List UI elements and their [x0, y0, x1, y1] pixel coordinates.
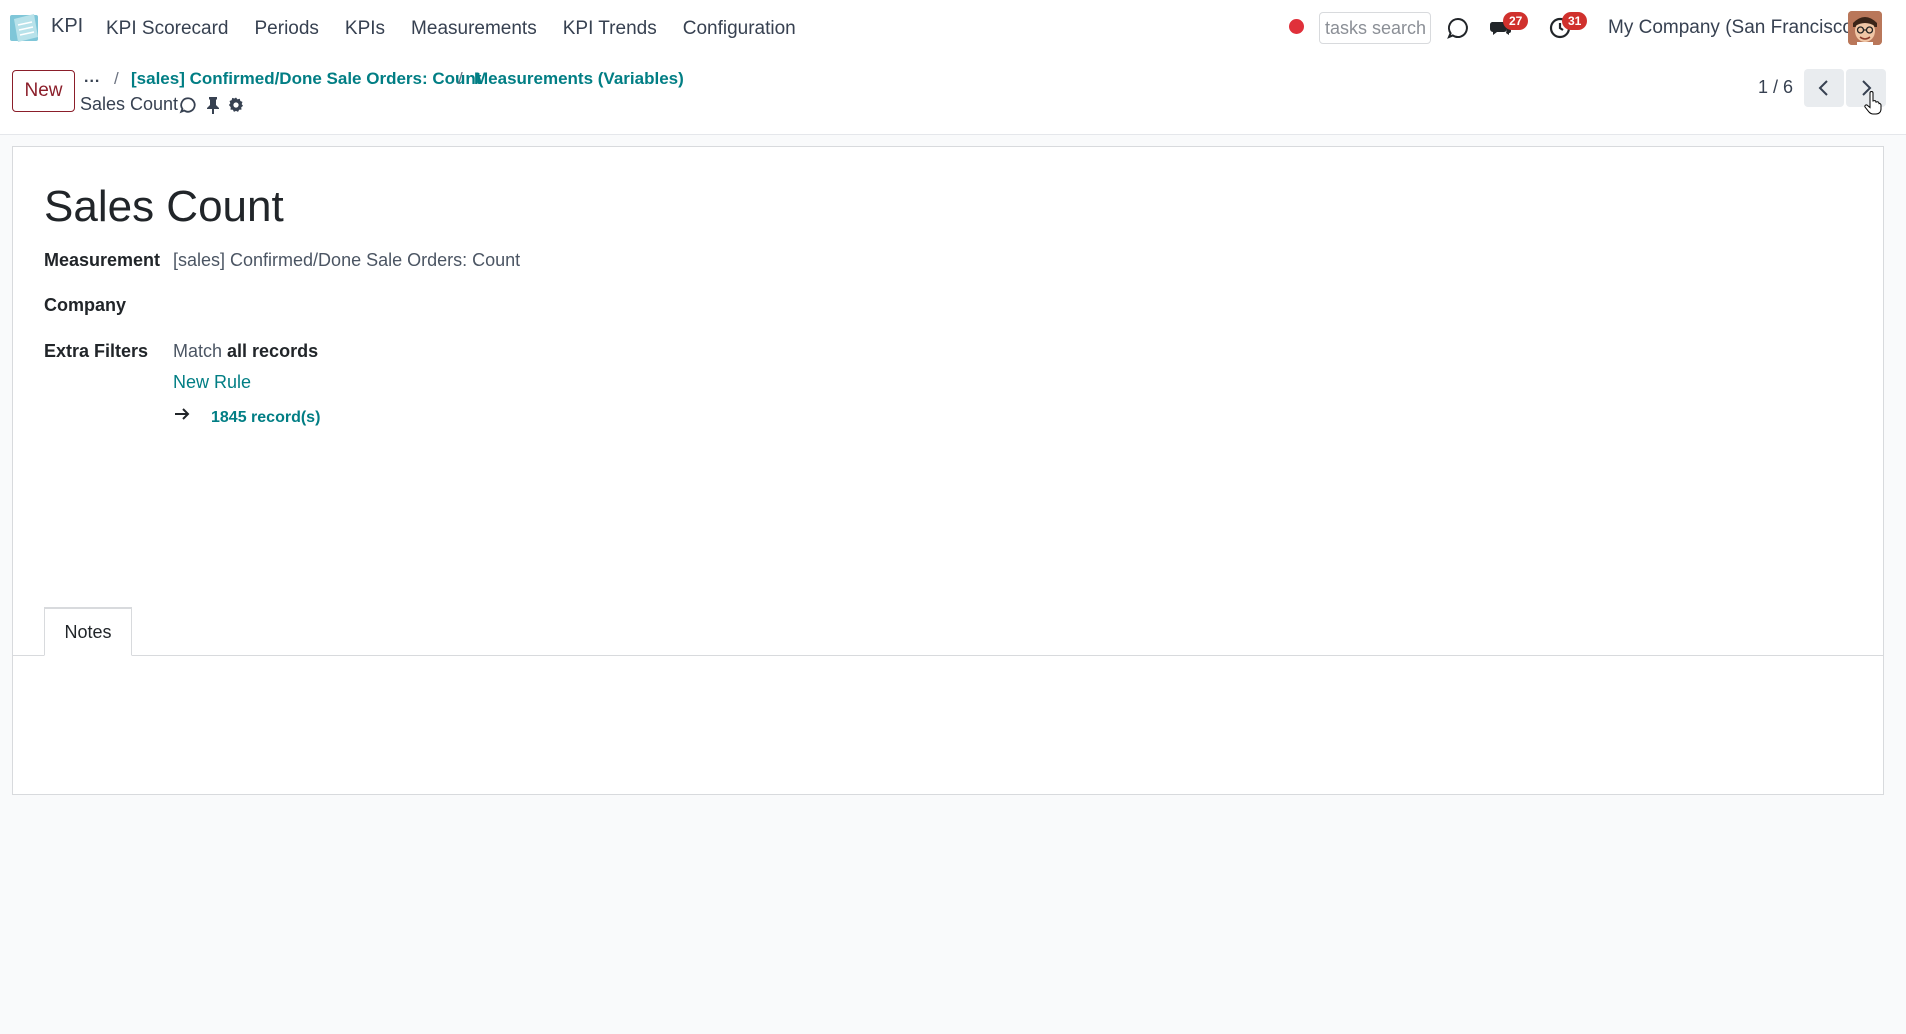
- breadcrumb-measurements-variables[interactable]: Measurements (Variables): [474, 69, 684, 89]
- match-records-text: Match all records: [173, 341, 318, 362]
- activities-badge: 31: [1562, 12, 1588, 30]
- arrow-right-icon: [173, 405, 191, 423]
- tasks-search-input[interactable]: [1319, 12, 1431, 44]
- records-count-link[interactable]: 1845 record(s): [211, 409, 320, 427]
- control-panel: New ... / [sales] Confirmed/Done Sale Or…: [0, 57, 1906, 135]
- app-name[interactable]: KPI: [51, 15, 83, 38]
- kpi-app-icon[interactable]: [8, 11, 42, 45]
- measurement-field[interactable]: [sales] Confirmed/Done Sale Orders: Coun…: [173, 250, 520, 271]
- recording-indicator[interactable]: [1289, 19, 1304, 34]
- gear-icon[interactable]: [226, 95, 246, 115]
- extra-filters-label: Extra Filters: [44, 341, 149, 361]
- match-prefix: Match: [173, 341, 228, 361]
- pager-previous-button[interactable]: [1804, 69, 1844, 107]
- chevron-left-icon: [1818, 80, 1828, 96]
- current-record-name: Sales Count: [80, 94, 179, 114]
- match-all-records[interactable]: all records: [227, 341, 318, 361]
- top-navbar: KPI KPI Scorecard Periods KPIs Measureme…: [0, 0, 1906, 57]
- pager-value[interactable]: 1 / 6: [1758, 77, 1793, 98]
- breadcrumb-ellipsis[interactable]: ...: [84, 69, 100, 87]
- breadcrumb-separator: /: [114, 69, 119, 88]
- menu-periods[interactable]: Periods: [255, 18, 319, 40]
- pin-icon[interactable]: [203, 95, 223, 115]
- menu-kpi-trends[interactable]: KPI Trends: [563, 18, 657, 40]
- chat-bubble-icon[interactable]: [1444, 14, 1472, 42]
- breadcrumb-separator: /: [458, 69, 463, 88]
- company-label: Company: [44, 295, 127, 315]
- tab-notes[interactable]: Notes: [44, 607, 132, 656]
- menu-measurements[interactable]: Measurements: [411, 18, 537, 40]
- hand-pointer-icon: [1864, 91, 1882, 115]
- messages-badge: 27: [1503, 12, 1529, 30]
- record-title[interactable]: Sales Count: [44, 182, 284, 232]
- user-avatar[interactable]: [1848, 11, 1882, 45]
- menu-kpis[interactable]: KPIs: [345, 18, 385, 40]
- chatter-icon[interactable]: [178, 95, 198, 115]
- menu-configuration[interactable]: Configuration: [683, 18, 796, 40]
- menu-kpi-scorecard[interactable]: KPI Scorecard: [106, 18, 229, 40]
- form-sheet: Sales Count Measurement [sales] Confirme…: [12, 146, 1884, 795]
- new-rule-button[interactable]: New Rule: [173, 372, 251, 393]
- new-button[interactable]: New: [12, 70, 75, 112]
- measurement-label: Measurement: [44, 250, 161, 270]
- main-menu: KPI Scorecard Periods KPIs Measurements …: [106, 0, 822, 57]
- tabs-divider: [13, 655, 1883, 656]
- company-switcher[interactable]: My Company (San Francisco): [1608, 17, 1859, 39]
- breadcrumb-measurement[interactable]: [sales] Confirmed/Done Sale Orders: Coun…: [131, 69, 481, 89]
